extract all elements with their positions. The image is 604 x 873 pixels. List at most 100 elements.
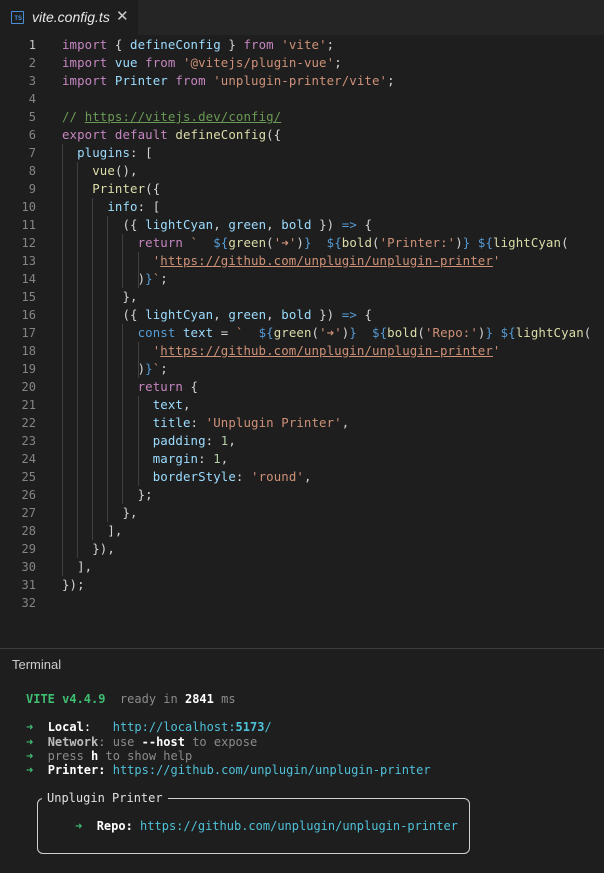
code-line[interactable]: 5 // https://vitejs.dev/config/ — [0, 108, 604, 126]
code-line[interactable]: 24 margin: 1, — [0, 450, 604, 468]
code-token: } — [145, 361, 153, 376]
code-line[interactable]: 20 return { — [0, 378, 604, 396]
code-token: , — [266, 217, 282, 232]
code-token: info — [107, 199, 138, 214]
line-number: 2 — [28, 56, 36, 70]
code-line[interactable]: 16 ({ lightCyan, green, bold }) => { — [0, 306, 604, 324]
code-token: defineConfig — [175, 127, 267, 142]
code-token: = — [213, 325, 236, 340]
code-token: vue — [114, 55, 138, 70]
code-token: '@vitejs/plugin-vue' — [182, 55, 335, 70]
code-token: bold — [387, 325, 418, 340]
code-token: ({ — [266, 127, 282, 142]
code-token: https://github.com/unplugin/unplugin-pri… — [160, 343, 493, 358]
code-token: ( — [311, 325, 320, 340]
code-line[interactable]: 8 vue(), — [0, 162, 604, 180]
code-token: ${ — [500, 325, 516, 340]
code-line[interactable]: 27 }, — [0, 504, 604, 522]
code-token: ${ — [326, 235, 342, 250]
code-line[interactable]: 10 info: [ — [0, 198, 604, 216]
code-line[interactable]: 1 import { defineConfig } from 'vite'; — [0, 36, 604, 54]
line-number: 14 — [21, 272, 36, 286]
code-line[interactable]: 3 import Printer from 'unplugin-printer/v… — [0, 72, 604, 90]
code-token: ) — [62, 271, 146, 286]
code-text: }); — [62, 576, 85, 594]
code-line[interactable]: 23 padding: 1, — [0, 432, 604, 450]
code-token: }) — [311, 307, 342, 322]
line-number: 27 — [21, 506, 36, 520]
code-line[interactable]: 29 }), — [0, 540, 604, 558]
code-token: : — [83, 720, 113, 735]
code-line[interactable]: 32 — [0, 594, 604, 612]
code-token: ${ — [213, 235, 229, 250]
code-token: ; — [334, 55, 342, 70]
code-line[interactable]: 19 )}`; — [0, 360, 604, 378]
code-line[interactable]: 30 ], — [0, 558, 604, 576]
code-line[interactable]: 4 — [0, 90, 604, 108]
code-token: ) — [62, 361, 146, 376]
code-token: ( — [372, 235, 380, 250]
code-text: ], — [62, 522, 122, 540]
code-line[interactable]: 12 return ` ${green('➜')} ${bold('Printe… — [0, 234, 604, 252]
code-token: ; — [387, 73, 395, 88]
code-line[interactable]: 26 }; — [0, 486, 604, 504]
code-token: green — [228, 235, 267, 250]
code-token: from — [145, 55, 176, 70]
line-number: 20 — [21, 380, 36, 394]
code-token: ; — [326, 37, 335, 52]
code-token: http://localhost: — [112, 720, 236, 735]
line-number: 7 — [28, 146, 36, 160]
code-token: lightCyan — [493, 235, 562, 250]
code-text: const text = ` ${green('➜')} ${bold('Rep… — [62, 324, 592, 342]
code-line[interactable]: 22 title: 'Unplugin Printer', — [0, 414, 604, 432]
code-token: Repo: — [96, 819, 133, 833]
code-line[interactable]: 13 'https://github.com/unplugin/unplugin… — [0, 252, 604, 270]
code-text: ({ lightCyan, green, bold }) => { — [62, 306, 372, 324]
close-icon[interactable]: ✕ — [116, 8, 129, 25]
code-line[interactable]: 25 borderStyle: 'round', — [0, 468, 604, 486]
code-token: ], — [62, 523, 123, 538]
code-line[interactable]: 31}); — [0, 576, 604, 594]
code-token: 'Printer:' — [379, 235, 456, 250]
code-token: return — [137, 379, 183, 394]
code-token: } — [485, 325, 494, 340]
code-token: : [ — [137, 199, 161, 214]
code-line[interactable]: 21 text, — [0, 396, 604, 414]
code-line[interactable]: 15 }, — [0, 288, 604, 306]
code-token: bold — [341, 235, 373, 250]
code-token: Local — [47, 720, 84, 735]
line-number: 3 — [28, 74, 36, 88]
code-line[interactable]: 6 export default defineConfig({ — [0, 126, 604, 144]
code-line[interactable]: 17 const text = ` ${green('➜')} ${bold('… — [0, 324, 604, 342]
code-token: https://github.com/unplugin/unplugin-pri… — [160, 253, 493, 268]
printer-box-title: Unplugin Printer — [42, 791, 168, 805]
code-token: }, — [62, 289, 138, 304]
terminal-line: ➜ press h to show help — [26, 749, 192, 763]
code-line[interactable]: 9 Printer({ — [0, 180, 604, 198]
code-line[interactable]: 28 ], — [0, 522, 604, 540]
code-line[interactable]: 18 'https://github.com/unplugin/unplugin… — [0, 342, 604, 360]
code-text: ({ lightCyan, green, bold }) => { — [62, 216, 372, 234]
line-number: 31 — [21, 578, 36, 592]
code-token: }), — [62, 541, 115, 556]
code-editor[interactable]: 1 import { defineConfig } from 'vite'; 2 im… — [0, 36, 604, 646]
code-line[interactable]: 2 import vue from '@vitejs/plugin-vue'; — [0, 54, 604, 72]
code-line[interactable]: 7 plugins: [ — [0, 144, 604, 162]
code-token: }) — [311, 217, 342, 232]
code-line[interactable]: 14 )}`; — [0, 270, 604, 288]
code-token: } — [220, 37, 244, 52]
code-token: ( — [583, 325, 592, 340]
tab-vite-config[interactable]: TS vite.config.ts ✕ — [0, 0, 138, 35]
code-line[interactable]: 11 ({ lightCyan, green, bold }) => { — [0, 216, 604, 234]
code-token: : use — [98, 734, 142, 749]
code-token: : — [190, 415, 206, 430]
